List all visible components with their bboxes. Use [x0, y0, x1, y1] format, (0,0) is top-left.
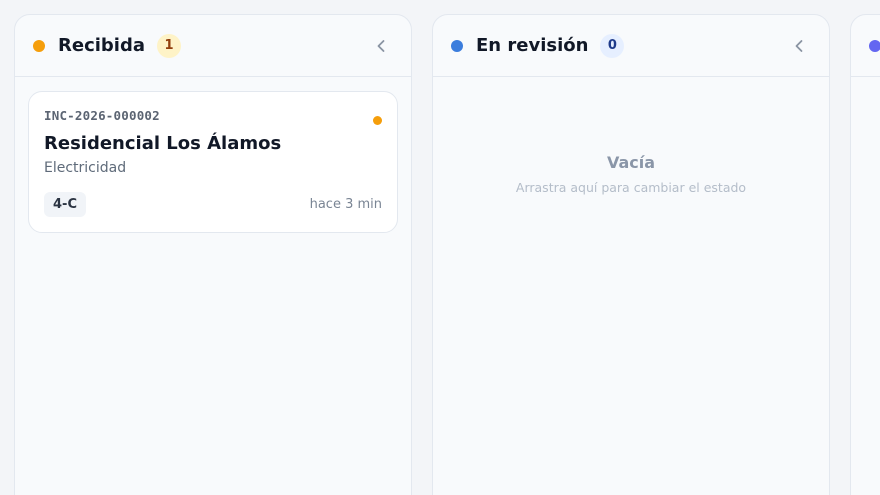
- kanban-board: Recibida 1 INC-2026-000002 Residencial L…: [0, 0, 880, 495]
- drop-zone[interactable]: Vacía Arrastra aquí para cambiar el esta…: [433, 77, 829, 209]
- chevron-left-icon: [377, 39, 385, 52]
- collapse-column-button[interactable]: [369, 34, 393, 58]
- column-title: En revisión: [476, 35, 589, 56]
- column-recibida: Recibida 1 INC-2026-000002 Residencial L…: [14, 14, 412, 495]
- incident-category: Electricidad: [44, 160, 127, 176]
- column-body: INC-2026-000002 Residencial Los Álamos E…: [15, 77, 411, 247]
- column-title: Recibida: [58, 35, 145, 56]
- column-en-revision: En revisión 0 Vacía Arrastra aquí para c…: [432, 14, 830, 495]
- card-footer: 4-C hace 3 min: [44, 192, 382, 217]
- chevron-left-icon: [795, 39, 803, 52]
- empty-state: Vacía Arrastra aquí para cambiar el esta…: [446, 153, 816, 195]
- card-timestamp: hace 3 min: [309, 197, 382, 212]
- status-dot-icon: [373, 116, 382, 125]
- count-badge: 1: [157, 33, 181, 58]
- status-dot-icon: [33, 39, 45, 52]
- status-dot-icon: [869, 39, 880, 52]
- collapse-column-button[interactable]: [787, 34, 811, 58]
- status-dot-icon: [451, 39, 463, 52]
- unit-tag: 4-C: [44, 192, 86, 217]
- column-partial: [850, 14, 880, 495]
- incident-id: INC-2026-000002: [44, 108, 160, 123]
- incident-title: Residencial Los Álamos: [44, 133, 282, 154]
- column-header: [851, 15, 880, 77]
- empty-subtitle: Arrastra aquí para cambiar el estado: [515, 180, 747, 195]
- empty-title: Vacía: [606, 153, 656, 172]
- column-header: Recibida 1: [15, 15, 411, 77]
- incident-card[interactable]: INC-2026-000002 Residencial Los Álamos E…: [28, 91, 398, 233]
- column-header: En revisión 0: [433, 15, 829, 77]
- count-badge: 0: [600, 33, 625, 58]
